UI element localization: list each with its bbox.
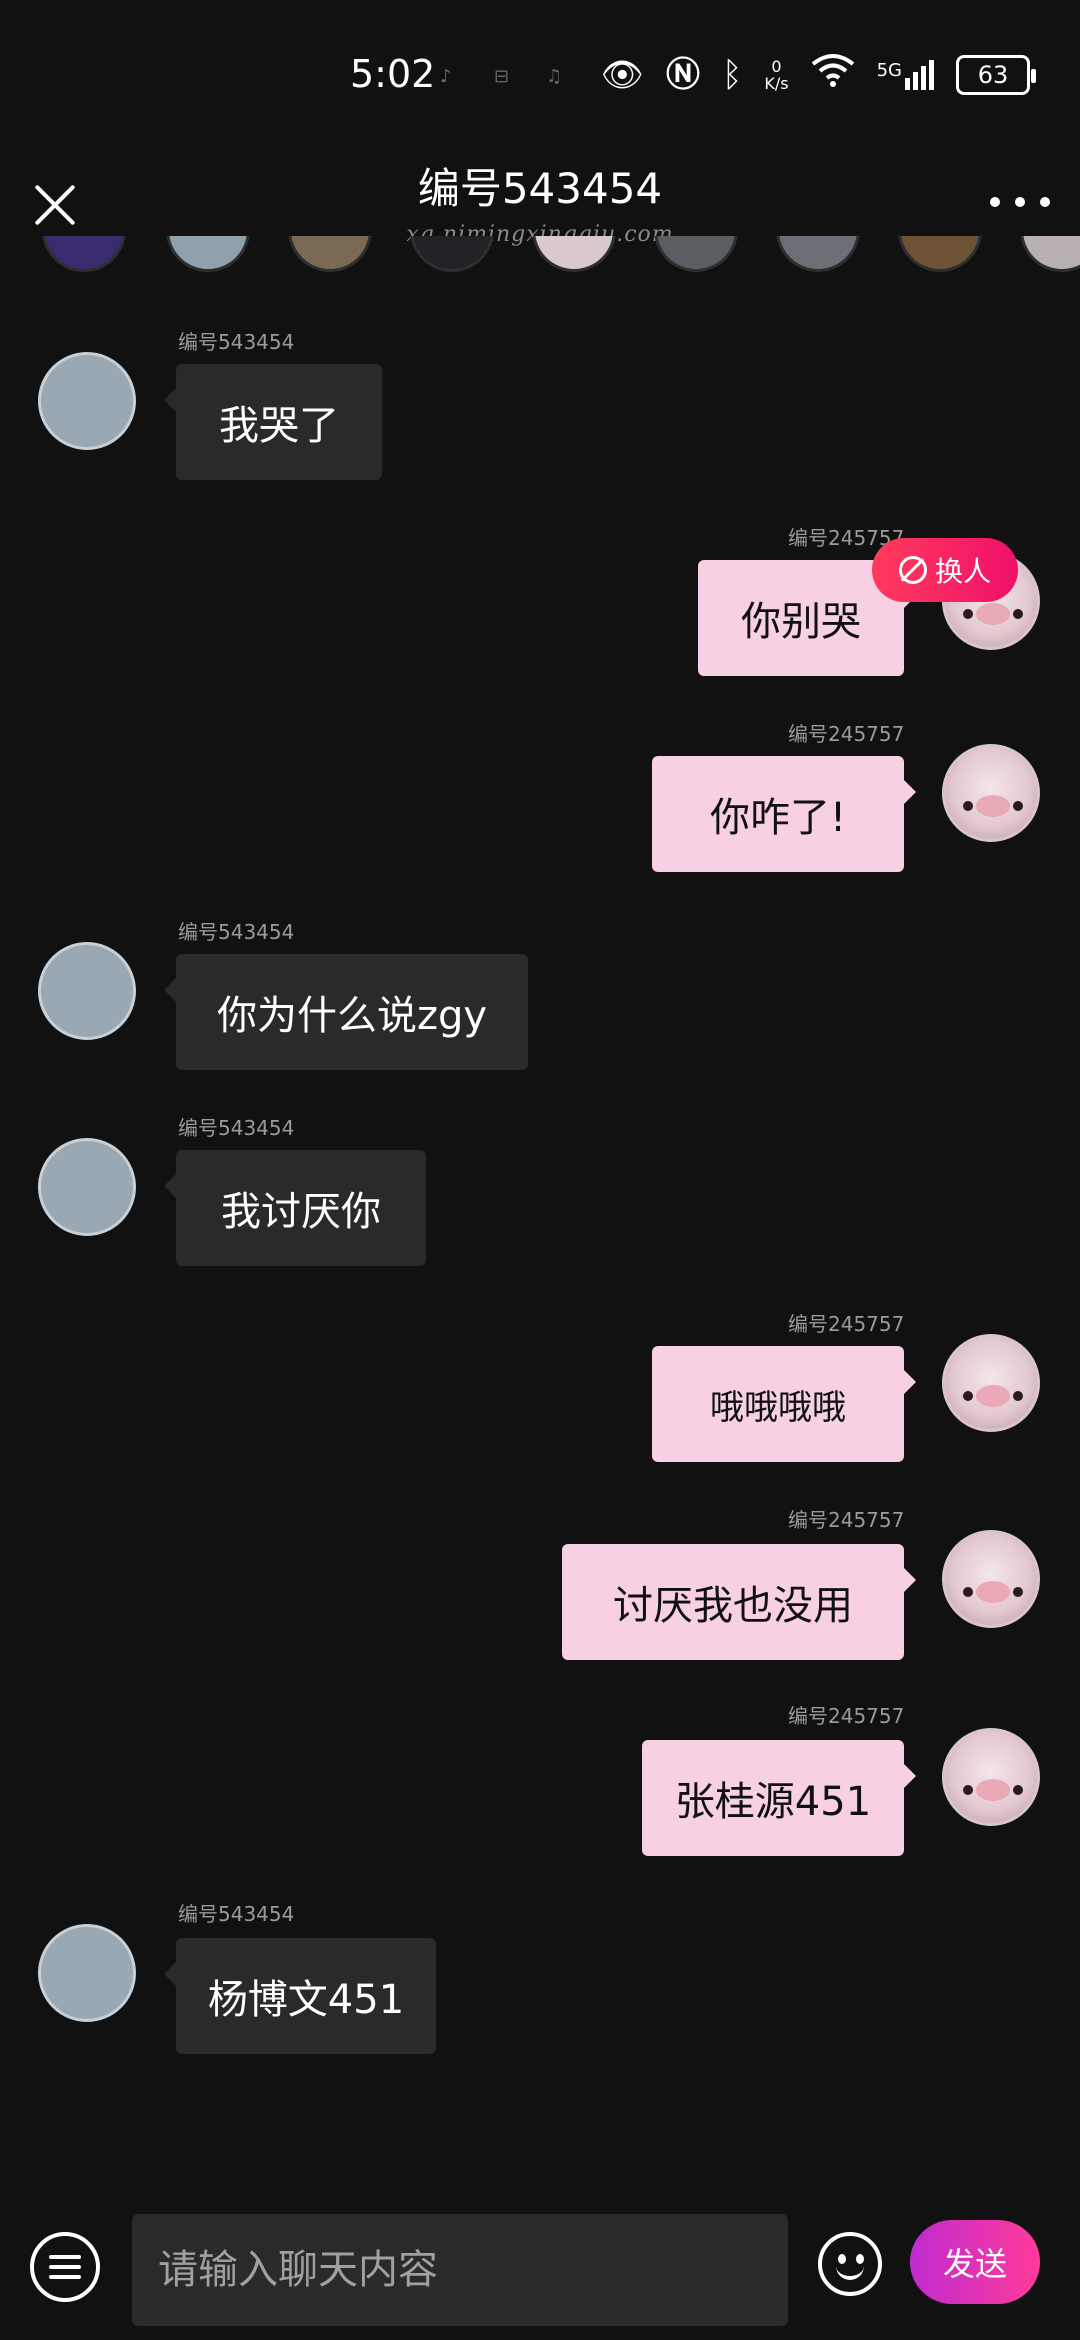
input-bar: 发送 xyxy=(0,2190,1080,2340)
swap-icon xyxy=(898,556,927,584)
sender-name: 编号245757 xyxy=(788,1704,905,1728)
message-bubble[interactable]: 哦哦哦哦 xyxy=(652,1346,916,1462)
sender-name: 编号543454 xyxy=(178,1902,295,1926)
participant-avatar[interactable] xyxy=(532,236,616,272)
message-bubble[interactable]: 你为什么说zgy xyxy=(164,954,528,1070)
signal-icon: 5G xyxy=(876,59,934,90)
swap-person-button[interactable]: 换人 xyxy=(872,538,1018,602)
swap-person-label: 换人 xyxy=(934,555,991,588)
tiktok-notification-icon: ♪ xyxy=(440,66,452,87)
participant-avatar[interactable] xyxy=(776,236,860,272)
message-bubble[interactable]: 我哭了 xyxy=(164,364,382,480)
avatar[interactable] xyxy=(942,744,1040,842)
nfc-icon: Ⓝ xyxy=(665,54,700,95)
avatar[interactable] xyxy=(942,1334,1040,1432)
menu-icon[interactable] xyxy=(30,2232,100,2302)
sender-name: 编号543454 xyxy=(178,330,295,354)
net-speed: 0 K/s xyxy=(764,58,788,92)
participant-avatar[interactable] xyxy=(288,236,372,272)
participant-avatar[interactable] xyxy=(42,236,126,272)
sender-name: 编号543454 xyxy=(178,1116,295,1140)
wifi-icon xyxy=(811,52,855,97)
bluetooth-icon: ᛒ xyxy=(721,54,743,95)
sender-name: 编号245757 xyxy=(788,1312,905,1336)
avatar[interactable] xyxy=(38,942,136,1040)
avatar[interactable] xyxy=(38,352,136,450)
sender-name: 编号543454 xyxy=(178,920,295,944)
message-bubble[interactable]: 杨博文451 xyxy=(164,1938,436,2054)
avatar[interactable] xyxy=(942,1728,1040,1826)
emoji-icon[interactable] xyxy=(818,2232,882,2296)
music-notification-icon: ♫ xyxy=(546,66,563,87)
message-bubble[interactable]: 张桂源451 xyxy=(642,1740,916,1856)
sender-name: 编号245757 xyxy=(788,1508,905,1532)
more-options-icon[interactable] xyxy=(990,192,1050,212)
status-time: 5:02 xyxy=(350,52,436,96)
net-speed-unit: K/s xyxy=(764,73,789,93)
avatar[interactable] xyxy=(942,1530,1040,1628)
participant-avatar[interactable] xyxy=(1020,236,1080,272)
avatar[interactable] xyxy=(38,1924,136,2022)
battery-level: 63 xyxy=(977,60,1009,89)
battery-icon: 63 xyxy=(956,54,1036,95)
participant-avatar[interactable] xyxy=(898,236,982,272)
sender-name: 编号245757 xyxy=(788,722,905,746)
participant-avatar[interactable] xyxy=(654,236,738,272)
avatar[interactable] xyxy=(38,1138,136,1236)
message-bubble[interactable]: 讨厌我也没用 xyxy=(562,1544,916,1660)
chat-input[interactable] xyxy=(132,2214,788,2326)
participant-avatar-strip[interactable] xyxy=(0,236,1080,296)
message-bubble[interactable]: 你咋了! xyxy=(652,756,916,872)
participant-avatar[interactable] xyxy=(410,236,494,272)
participant-avatar[interactable] xyxy=(166,236,250,272)
app-notification-icon: ⊟ xyxy=(494,66,510,87)
eye-icon: 👁 xyxy=(600,54,644,95)
message-bubble[interactable]: 我讨厌你 xyxy=(164,1150,426,1266)
send-button[interactable]: 发送 xyxy=(910,2220,1040,2304)
status-icons: 👁 Ⓝ ᛒ 0 K/s 5G 63 xyxy=(600,52,1036,97)
status-bar: 5:02 ♪ ⊟ ♫ 👁 Ⓝ ᛒ 0 K/s 5G 63 xyxy=(0,0,1080,150)
network-type: 5G xyxy=(876,59,902,81)
net-speed-value: 0 xyxy=(771,56,782,76)
chat-title: 编号543454 xyxy=(417,164,663,213)
